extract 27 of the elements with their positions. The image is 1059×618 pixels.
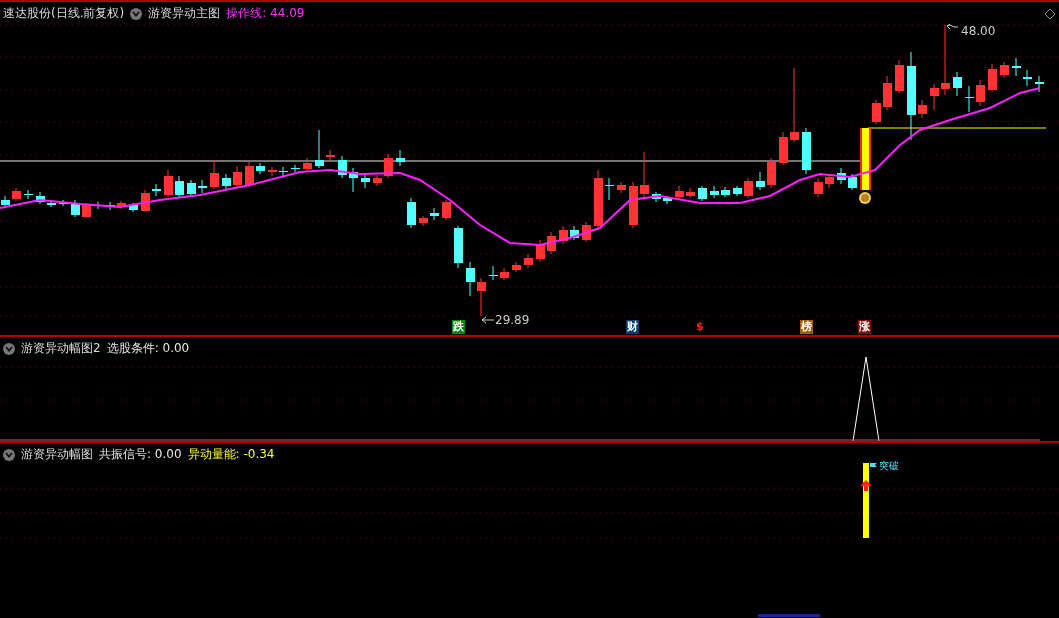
indicator-value: 选股条件: 0.00 (106, 340, 190, 357)
breakout-bar (860, 128, 871, 190)
indicator-name: 游资异动幅图 (21, 446, 93, 463)
up-arrow-icon (860, 480, 872, 491)
collapse-icon[interactable] (3, 448, 15, 461)
event-tag: 跌 (452, 320, 465, 334)
event-tag: 榜 (800, 320, 813, 334)
indicator-name: 游资异动主图 (148, 5, 221, 22)
flag-icon (870, 463, 877, 467)
diamond-icon[interactable] (1044, 8, 1056, 20)
event-tag: 涨 (858, 320, 871, 334)
leader-line (481, 316, 495, 324)
price-label: 48.00 (961, 24, 996, 38)
signal-label: 突破 (879, 460, 899, 471)
indicator-value: 操作线: 44.09 (226, 5, 305, 22)
security-title: 速达股份(日线.前复权) (3, 5, 125, 22)
indicator-value: 共振信号: 0.00 (99, 446, 182, 463)
collapse-icon[interactable] (3, 342, 15, 355)
price-label: 29.89 (495, 313, 530, 327)
event-symbol: $ (695, 320, 705, 334)
indicator-name: 游资异动幅图2 (21, 340, 101, 357)
leader-line (946, 23, 959, 30)
indicator-value: 异动量能: -0.34 (187, 446, 275, 463)
coin-icon (859, 192, 871, 204)
scrollbar-thumb[interactable] (758, 614, 820, 617)
collapse-icon[interactable] (130, 7, 143, 20)
event-tag: 财 (626, 320, 639, 334)
